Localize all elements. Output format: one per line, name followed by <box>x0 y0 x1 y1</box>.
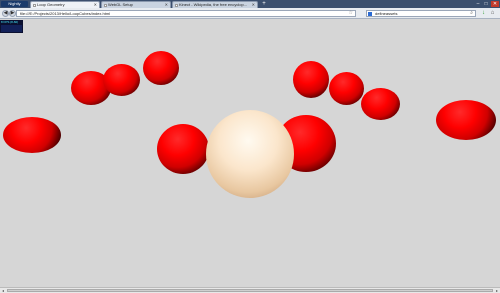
forward-button[interactable]: ▶ <box>9 10 16 17</box>
scroll-right-arrow-icon[interactable]: ▸ <box>494 288 500 293</box>
wikipedia-icon <box>175 4 178 7</box>
webgl-canvas[interactable] <box>0 20 500 288</box>
tab-label: Kinect - Wikipedia, the free encyclop... <box>179 2 248 7</box>
page-icon <box>104 4 107 7</box>
page-icon <box>33 4 36 7</box>
tab-webgl-setup[interactable]: WebGL Setup ✕ <box>101 1 171 8</box>
search-bar[interactable]: defineassets ⌕ <box>366 10 476 17</box>
url-text: file:///E:/Projects/2013/Hello/LoopCubes… <box>20 11 111 16</box>
red-ellipsoid <box>361 88 400 120</box>
fps-readout: 8 FPS (8-60) <box>1 20 19 24</box>
red-ellipsoid <box>293 61 329 98</box>
new-tab-button[interactable]: + <box>260 1 268 7</box>
home-icon[interactable]: ⌂ <box>489 10 496 17</box>
search-engine-icon[interactable] <box>368 12 372 16</box>
tab-loop-geometry[interactable]: Loop Geometry ✕ <box>30 1 100 8</box>
red-ellipsoid <box>3 117 61 153</box>
fps-graph <box>1 25 22 32</box>
fps-stats-panel[interactable]: 8 FPS (8-60) <box>0 20 23 33</box>
horizontal-scrollbar[interactable]: ◂ ▸ <box>0 287 500 293</box>
minimize-button[interactable]: – <box>474 1 482 7</box>
red-ellipsoid <box>436 100 496 140</box>
back-button[interactable]: ◀ <box>2 10 9 17</box>
red-ellipsoid <box>143 51 179 85</box>
scrollbar-thumb[interactable] <box>7 289 493 292</box>
restore-button[interactable]: □ <box>482 1 490 7</box>
url-bar[interactable]: file:///E:/Projects/2013/Hello/LoopCubes… <box>16 10 356 17</box>
tab-label: WebGL Setup <box>108 2 133 7</box>
tab-kinect-wikipedia[interactable]: Kinect - Wikipedia, the free encyclop...… <box>172 1 258 8</box>
red-sphere <box>157 124 209 174</box>
tab-label: Loop Geometry <box>37 2 65 7</box>
central-sphere <box>206 110 294 198</box>
close-window-button[interactable]: ✕ <box>491 1 499 7</box>
red-ellipsoid <box>103 64 140 96</box>
tab-strip: Nightly Loop Geometry ✕ WebGL Setup ✕ Ki… <box>0 0 500 8</box>
bookmark-star-icon[interactable]: ☆ <box>349 11 353 16</box>
download-icon[interactable]: ↓ <box>480 10 487 17</box>
red-ellipsoid <box>329 72 364 105</box>
scroll-left-arrow-icon[interactable]: ◂ <box>0 288 6 293</box>
search-input[interactable]: defineassets <box>375 11 397 16</box>
search-icon[interactable]: ⌕ <box>470 11 473 16</box>
browser-menu-button[interactable]: Nightly <box>1 1 28 7</box>
navigation-bar: ◀ ▶ file:///E:/Projects/2013/Hello/LoopC… <box>0 8 500 19</box>
